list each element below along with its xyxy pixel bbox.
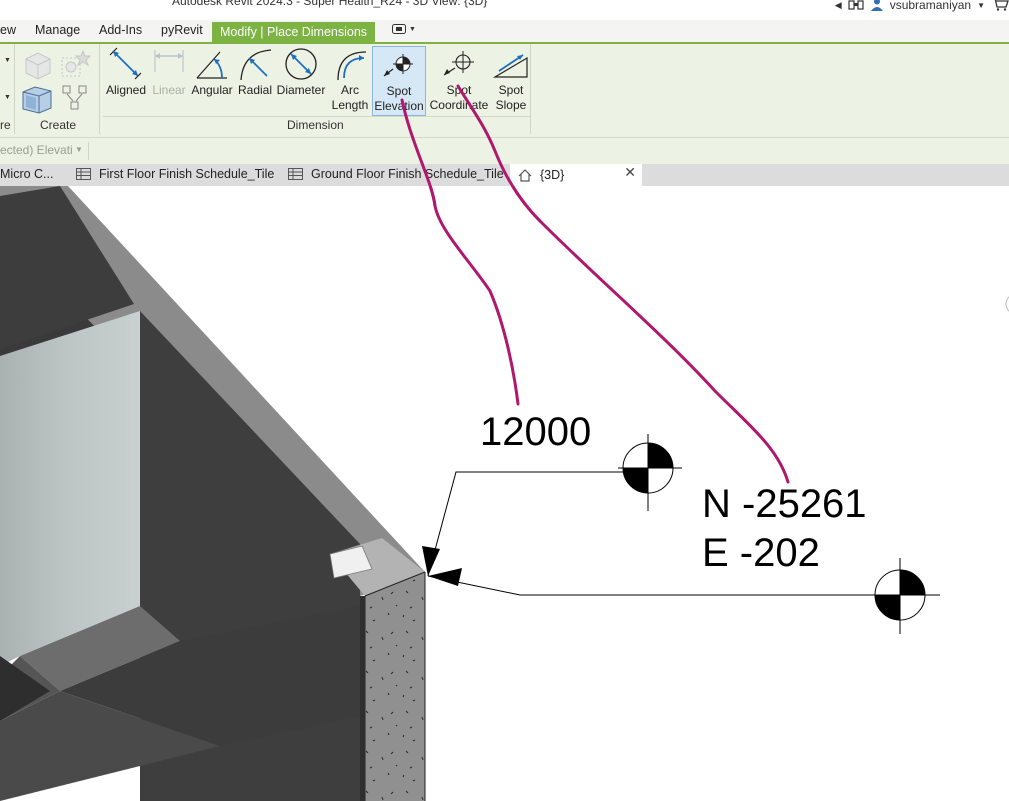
view-tab-label: First Floor Finish Schedule_Tile [99,167,275,181]
linear-dimension-button[interactable]: Linear [151,46,187,116]
close-icon[interactable]: ✕ [624,164,636,181]
window-title: Autodesk Revit 2024.3 - Super Health_R24… [172,0,488,8]
options-divider [88,142,89,160]
spot-elevation-value[interactable]: 12000 [480,410,591,455]
panel-toggle-icon[interactable]: ▼ [392,24,416,34]
ribbon-tab-bar: ew Manage Add-Ins pyRevit Modify | Place… [0,20,1009,44]
view-tab-first-floor-schedule[interactable]: First Floor Finish Schedule_Tile [76,167,274,181]
spot-coordinate-button[interactable]: Spot Coordinate [428,46,490,116]
radial-dimension-icon [240,49,272,81]
dropdown-arrow-icon[interactable]: ▼ [4,57,11,64]
spot-coordinate-east[interactable]: E -202 [702,531,820,576]
chevron-down-icon[interactable]: ▼ [977,1,985,10]
user-icon[interactable] [870,0,884,14]
aligned-dimension-button[interactable]: Aligned [103,46,149,116]
spot-coordinate-icon [443,51,474,76]
diameter-dimension-button[interactable]: Diameter [275,46,327,116]
spot-slope-icon [493,54,528,78]
tab-manage[interactable]: Manage [35,23,80,37]
spot-coordinate-annotation[interactable] [427,558,940,634]
create-assembly-icon[interactable] [60,82,92,119]
view-tab-3d[interactable]: {3D} ✕ [510,164,642,186]
view-tab-label: {3D} [540,168,565,182]
chevron-down-icon[interactable]: ▼ [75,145,83,154]
spot-elevation-icon [383,54,413,77]
dimension-type-selector[interactable]: ected) Elevati [0,143,73,157]
tab-add-ins[interactable]: Add-Ins [99,23,142,37]
arc-length-dimension-button[interactable]: Arc Length [329,46,371,116]
angular-dimension-button[interactable]: Angular [189,46,235,116]
caret-left-icon[interactable]: ◀ [835,0,842,11]
concrete-column [365,572,425,801]
spot-elevation-button[interactable]: Spot Elevation [372,46,426,116]
view-tab-micro[interactable]: Micro C... [0,167,53,181]
cart-icon[interactable] [991,0,1009,14]
partition-wall [0,311,140,666]
group-separator [14,44,15,134]
username[interactable]: vsubramaniyan [890,0,971,12]
group-label-truncated: re [0,118,11,132]
group-label-dimension: Dimension [287,118,344,132]
schedule-icon [288,168,303,180]
annotation-stroke-elevation [428,186,520,406]
home-icon [518,168,532,182]
arc-length-dimension-icon [337,51,367,81]
tab-view[interactable]: ew [0,23,16,37]
title-bar: Autodesk Revit 2024.3 - Super Health_R24… [0,0,1009,20]
diameter-dimension-icon [285,48,317,80]
spot-coordinate-north[interactable]: N -25261 [702,482,867,527]
tab-modify-place-dimensions[interactable]: Modify | Place Dimensions [212,22,376,42]
dropdown-arrow-icon[interactable]: ▼ [4,94,11,101]
aligned-dimension-icon [109,47,142,80]
view-tab-label: Ground Floor Finish Schedule_Tile [311,167,504,181]
binoculars-icon[interactable] [848,0,864,14]
group-label-create: Create [40,118,77,132]
group-label-divider [103,116,530,117]
radial-dimension-button[interactable]: Radial [237,46,273,116]
create-part-icon[interactable] [20,82,54,119]
3d-viewport[interactable]: 12000 N -25261 E -202 [0,186,1009,801]
view-tab-label: Micro C... [0,167,54,181]
spot-slope-button[interactable]: Spot Slope [492,46,530,116]
ribbon-panel: ▼ ▼ re Create Aligned Linear Angular Rad… [0,44,1009,138]
title-bar-right: ◀ vsubramaniyan ▼ [835,0,1009,14]
cube-icon[interactable] [22,49,54,86]
create-similar-icon[interactable] [59,49,92,86]
view-tab-bar: Micro C... First Floor Finish Schedule_T… [0,164,1009,186]
spot-elevation-annotation[interactable] [422,434,682,577]
tab-pyrevit[interactable]: pyRevit [161,23,203,37]
linear-dimension-icon [154,50,184,72]
group-separator [99,44,100,134]
options-bar: ected) Elevati ▼ [0,138,1009,164]
view-tab-ground-floor-schedule[interactable]: Ground Floor Finish Schedule_Tile [288,167,504,181]
schedule-icon [76,168,91,180]
group-separator [530,44,531,134]
angular-dimension-icon [196,51,227,79]
